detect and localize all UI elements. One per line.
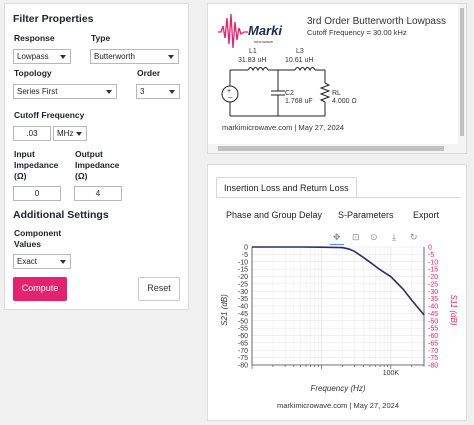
x-axis-label: Frequency (Hz) <box>310 384 365 393</box>
y-tick-label: -75 <box>238 355 248 362</box>
insertion-loss-chart[interactable]: 0-5-10-15-20-25-30-35-40-45-50-55-60-65-… <box>208 165 468 422</box>
y-tick-label: -45 <box>238 311 248 318</box>
y2-tick-label: -65 <box>428 340 438 347</box>
c2-name: C2 <box>285 90 294 97</box>
filter-properties-panel: Filter Properties Response Lowpass Type … <box>4 3 189 310</box>
y-tick-label: -5 <box>242 252 248 259</box>
chevron-down-icon <box>76 132 82 136</box>
component-values-value: Exact <box>17 257 38 266</box>
x-tick-label: 100K <box>383 370 400 377</box>
y-axis-label: S21 (dB) <box>220 294 229 326</box>
y-tick-label: -20 <box>238 274 248 281</box>
y2-tick-label: -40 <box>428 304 438 311</box>
y-tick-label: -70 <box>238 348 248 355</box>
svg-text:Marki: Marki <box>248 23 282 38</box>
y2-tick-label: 0 <box>428 245 432 252</box>
svg-text:microwave: microwave <box>254 39 274 44</box>
schematic-subtitle: Cutoff Frequency = 30.00 kHz <box>307 28 407 37</box>
source-minus-sign: − <box>228 95 232 102</box>
y2-tick-label: -20 <box>428 274 438 281</box>
vertical-scrollbar[interactable] <box>458 4 466 153</box>
output-impedance-label: Output Impedance (Ω) <box>75 149 120 181</box>
rl-name: RL <box>332 90 341 97</box>
horizontal-scrollbar[interactable] <box>208 144 460 153</box>
y-tick-label: -10 <box>238 259 248 266</box>
y2-tick-label: -15 <box>428 267 438 274</box>
filter-properties-title: Filter Properties <box>13 13 94 25</box>
schematic-panel: Marki microwave 3rd Order Butterworth Lo… <box>207 3 467 154</box>
type-select-value: Butterworth <box>94 52 135 61</box>
additional-settings-title: Additional Settings <box>13 209 109 221</box>
chevron-down-icon <box>168 55 174 59</box>
y-tick-label: -40 <box>238 304 248 311</box>
topology-label: Topology <box>14 68 52 78</box>
y-tick-label: -60 <box>238 333 248 340</box>
cutoff-unit-select[interactable]: MHz <box>53 126 87 141</box>
horizontal-scroll-thumb[interactable] <box>218 146 444 151</box>
response-select[interactable]: Lowpass <box>13 49 71 64</box>
c2-value: 1.768 uF <box>285 98 313 105</box>
y-tick-label: -55 <box>238 326 248 333</box>
y-tick-label: -30 <box>238 289 248 296</box>
component-values-label: Component Values <box>14 228 62 249</box>
y2-tick-label: -50 <box>428 318 438 325</box>
cutoff-frequency-input[interactable]: .03 <box>13 126 51 141</box>
y2-axis-label: S11 (dB) <box>449 295 458 326</box>
y2-tick-label: -30 <box>428 289 438 296</box>
schematic-title: 3rd Order Butterworth Lowpass <box>307 16 446 27</box>
y-tick-label: -80 <box>238 363 248 370</box>
output-impedance-input[interactable]: 4 <box>74 186 122 201</box>
l3-value: 10.61 uH <box>285 57 313 64</box>
chevron-down-icon <box>106 90 112 94</box>
order-select[interactable]: 3 <box>136 84 180 99</box>
y2-tick-label: -75 <box>428 355 438 362</box>
chevron-down-icon <box>60 260 66 264</box>
component-values-select[interactable]: Exact <box>13 254 71 269</box>
input-impedance-label: Input Impedance (Ω) <box>14 149 59 181</box>
type-select[interactable]: Butterworth <box>90 49 179 64</box>
y2-tick-label: -70 <box>428 348 438 355</box>
chevron-down-icon <box>60 55 66 59</box>
y-tick-label: -50 <box>238 318 248 325</box>
y2-tick-label: -45 <box>428 311 438 318</box>
y2-tick-label: -55 <box>428 326 438 333</box>
chart-grid <box>251 246 425 366</box>
circuit-wiring <box>221 67 331 117</box>
input-impedance-input[interactable]: 0 <box>13 186 61 201</box>
marki-logo: Marki microwave <box>218 13 282 49</box>
order-select-value: 3 <box>140 87 145 96</box>
vertical-scroll-thumb[interactable] <box>460 8 464 136</box>
rl-value: 4.000 Ω <box>332 98 357 105</box>
response-label: Response <box>14 33 55 43</box>
y2-tick-label: -60 <box>428 333 438 340</box>
y-tick-label: -25 <box>238 281 248 288</box>
topology-select[interactable]: Series First <box>13 84 117 99</box>
topology-select-value: Series First <box>17 87 58 96</box>
l1-name: L1 <box>249 48 257 55</box>
type-label: Type <box>91 33 111 43</box>
response-select-value: Lowpass <box>17 52 49 61</box>
chevron-down-icon <box>169 90 175 94</box>
order-label: Order <box>137 68 161 78</box>
source-plus-sign: + <box>227 88 231 95</box>
cutoff-unit-value: MHz <box>57 129 74 138</box>
schematic-diagram: Marki microwave 3rd Order Butterworth Lo… <box>218 13 446 132</box>
schematic-footer: markimicrowave.com | May 27, 2024 <box>222 123 344 132</box>
y-tick-label: -35 <box>238 296 248 303</box>
y2-tick-label: -80 <box>428 363 438 370</box>
l3-name: L3 <box>296 48 304 55</box>
y-tick-label: -15 <box>238 267 248 274</box>
y-tick-label: 0 <box>244 245 248 252</box>
y2-tick-label: -35 <box>428 296 438 303</box>
y2-tick-label: -25 <box>428 281 438 288</box>
y-tick-label: -65 <box>238 340 248 347</box>
chart-footer: markimicrowave.com | May 27, 2024 <box>277 401 399 410</box>
reset-button[interactable]: Reset <box>138 277 180 301</box>
compute-button[interactable]: Compute <box>13 277 67 301</box>
l1-value: 31.83 uH <box>238 57 266 64</box>
plot-panel: Insertion Loss and Return Loss Phase and… <box>207 164 467 421</box>
y2-tick-label: -10 <box>428 259 438 266</box>
y2-tick-label: -5 <box>428 252 434 259</box>
cutoff-frequency-label: Cutoff Frequency <box>14 110 85 120</box>
